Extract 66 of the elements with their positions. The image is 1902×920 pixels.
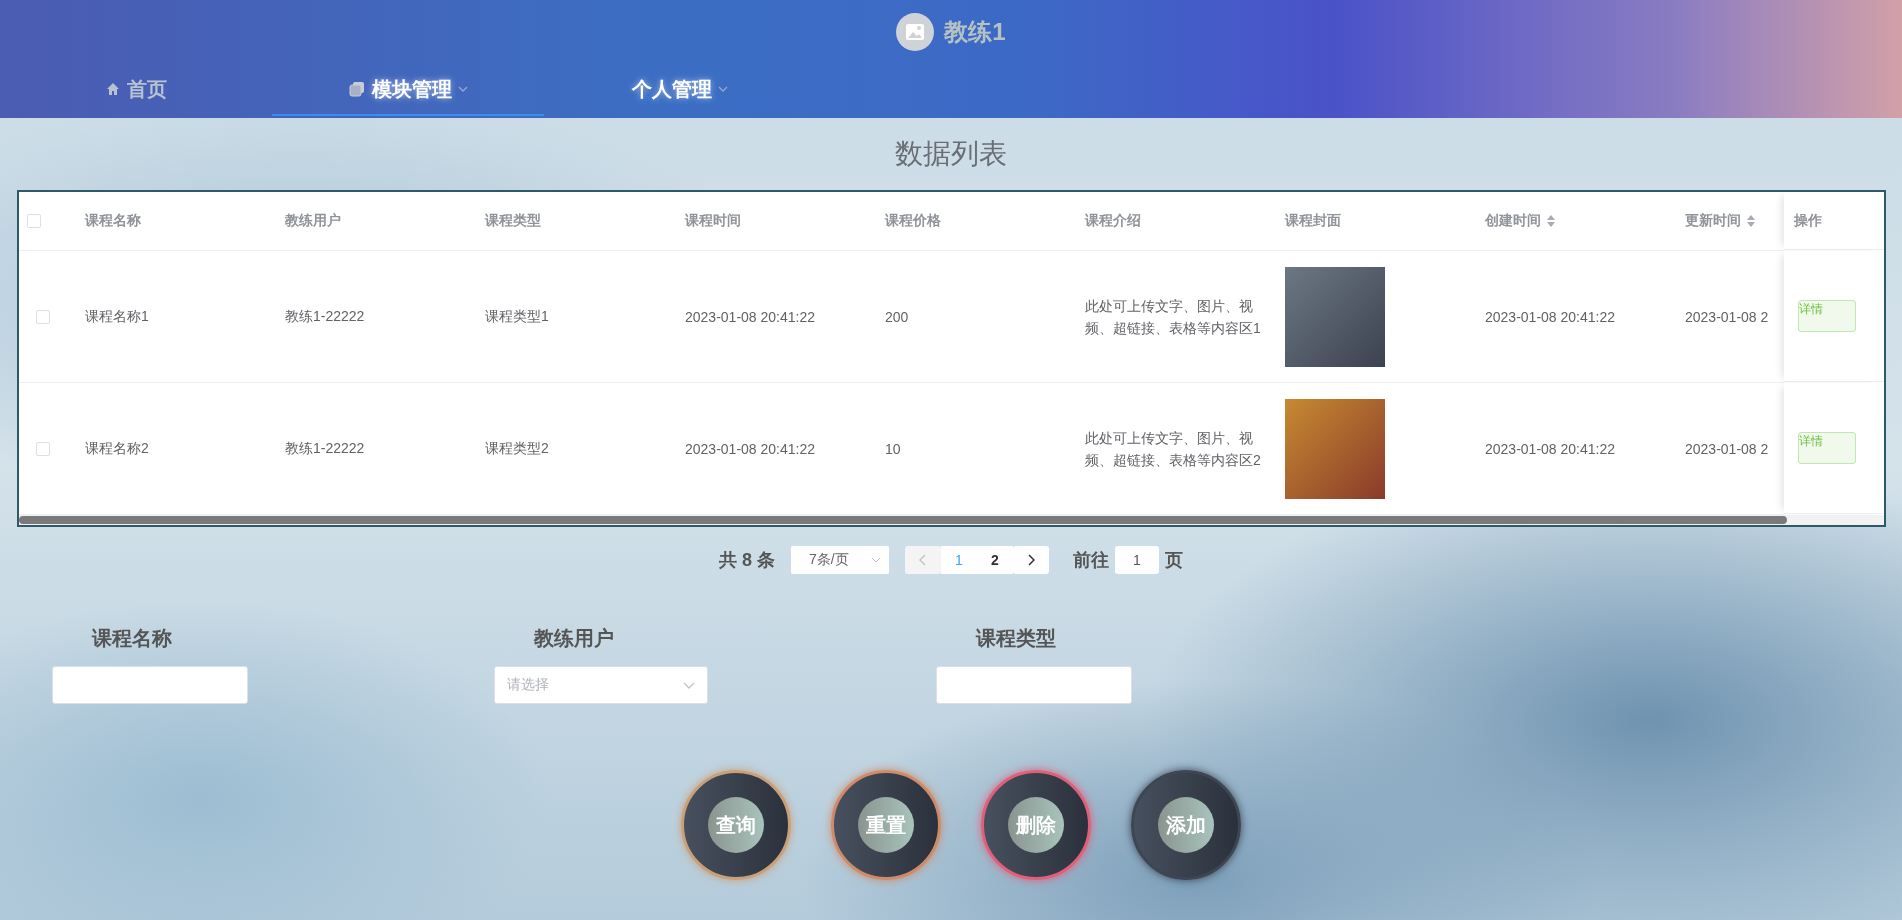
column-header[interactable]: 更新时间: [1685, 212, 1741, 230]
chevron-down-icon: [871, 557, 881, 563]
column-header: 课程封面: [1285, 212, 1341, 230]
sort-icon[interactable]: [1547, 215, 1555, 227]
round-button[interactable]: 重置: [831, 770, 941, 880]
row-checkbox[interactable]: [36, 309, 50, 324]
total-count: 共 8 条: [719, 549, 775, 572]
chevron-down-icon: [458, 86, 468, 92]
page-jump-field[interactable]: 1: [1115, 546, 1159, 574]
field-label: 课程名称: [90, 626, 173, 651]
table-cell: 课程名称1: [85, 307, 149, 326]
intro-text: 此处可上传文字、图片、视频、超链接、表格等内容区2: [1085, 428, 1262, 470]
table-cell: 教练1-22222: [285, 307, 365, 326]
table-cell: 10: [885, 440, 901, 457]
column-header: 教练用户: [285, 212, 341, 230]
chevron-left-icon: [919, 554, 927, 566]
round-button[interactable]: 查询: [681, 770, 791, 880]
table-cell: 2023-01-08 20:41:22: [685, 308, 815, 325]
round-button[interactable]: 删除: [981, 770, 1091, 880]
page-unit-label: 页: [1165, 549, 1183, 572]
column-header: 课程名称: [85, 212, 141, 230]
nav-tab[interactable]: 个人管理: [544, 64, 816, 116]
chevron-down-icon: [683, 681, 695, 689]
column-header: 课程时间: [685, 212, 741, 230]
nav-tab[interactable]: 首页: [0, 64, 272, 116]
table-cell: 2023-01-08 20:41:22: [1485, 308, 1615, 325]
select-field[interactable]: 请选择: [494, 666, 708, 704]
scrollbar-thumb[interactable]: [19, 516, 1787, 524]
column-header: 课程类型: [485, 212, 541, 230]
table-cell: 课程名称2: [85, 439, 149, 458]
input-field[interactable]: [52, 666, 248, 704]
page-size-select[interactable]: 7条/页: [791, 546, 889, 574]
table-cell: 2023-01-08 20:41:22: [1485, 440, 1615, 457]
table-cell: 2023-01-08 2: [1685, 308, 1769, 325]
input-field[interactable]: [936, 666, 1132, 704]
column-header[interactable]: 创建时间: [1485, 212, 1541, 230]
row-checkbox[interactable]: [36, 441, 50, 456]
intro-text: 此处可上传文字、图片、视频、超链接、表格等内容区1: [1085, 296, 1262, 338]
field-label: 课程类型: [974, 626, 1057, 651]
table-cell: 课程类型1: [485, 307, 549, 326]
copy-icon: [348, 80, 366, 98]
user-title: 教练1: [944, 17, 1006, 47]
table-cell: 教练1-22222: [285, 439, 365, 458]
sort-icon[interactable]: [1747, 215, 1755, 227]
home-icon: [105, 81, 121, 97]
page-number[interactable]: 1: [941, 546, 977, 574]
round-button[interactable]: 添加: [1131, 770, 1241, 880]
field-label: 教练用户: [533, 626, 615, 651]
details-button[interactable]: 详情: [1798, 432, 1856, 464]
details-button[interactable]: 详情: [1798, 300, 1856, 332]
column-header: 操作: [1794, 211, 1822, 230]
next-page-button[interactable]: [1013, 546, 1049, 574]
page-title: 数据列表: [895, 137, 1007, 171]
table-cell: 2023-01-08 2: [1685, 440, 1769, 457]
chevron-down-icon: [718, 86, 728, 92]
goto-label: 前往: [1073, 549, 1109, 572]
avatar-image-icon: [896, 13, 935, 51]
chevron-right-icon: [1027, 554, 1035, 566]
column-header: 课程介绍: [1085, 212, 1141, 230]
page-number[interactable]: 2: [977, 546, 1013, 574]
table-cell: 200: [885, 308, 909, 325]
table-cell: 课程类型2: [485, 439, 549, 458]
select-all-checkbox[interactable]: [27, 214, 41, 228]
table-cell: 2023-01-08 20:41:22: [685, 440, 815, 457]
column-header: 课程价格: [885, 212, 941, 230]
nav-tab[interactable]: 模块管理: [272, 64, 544, 116]
